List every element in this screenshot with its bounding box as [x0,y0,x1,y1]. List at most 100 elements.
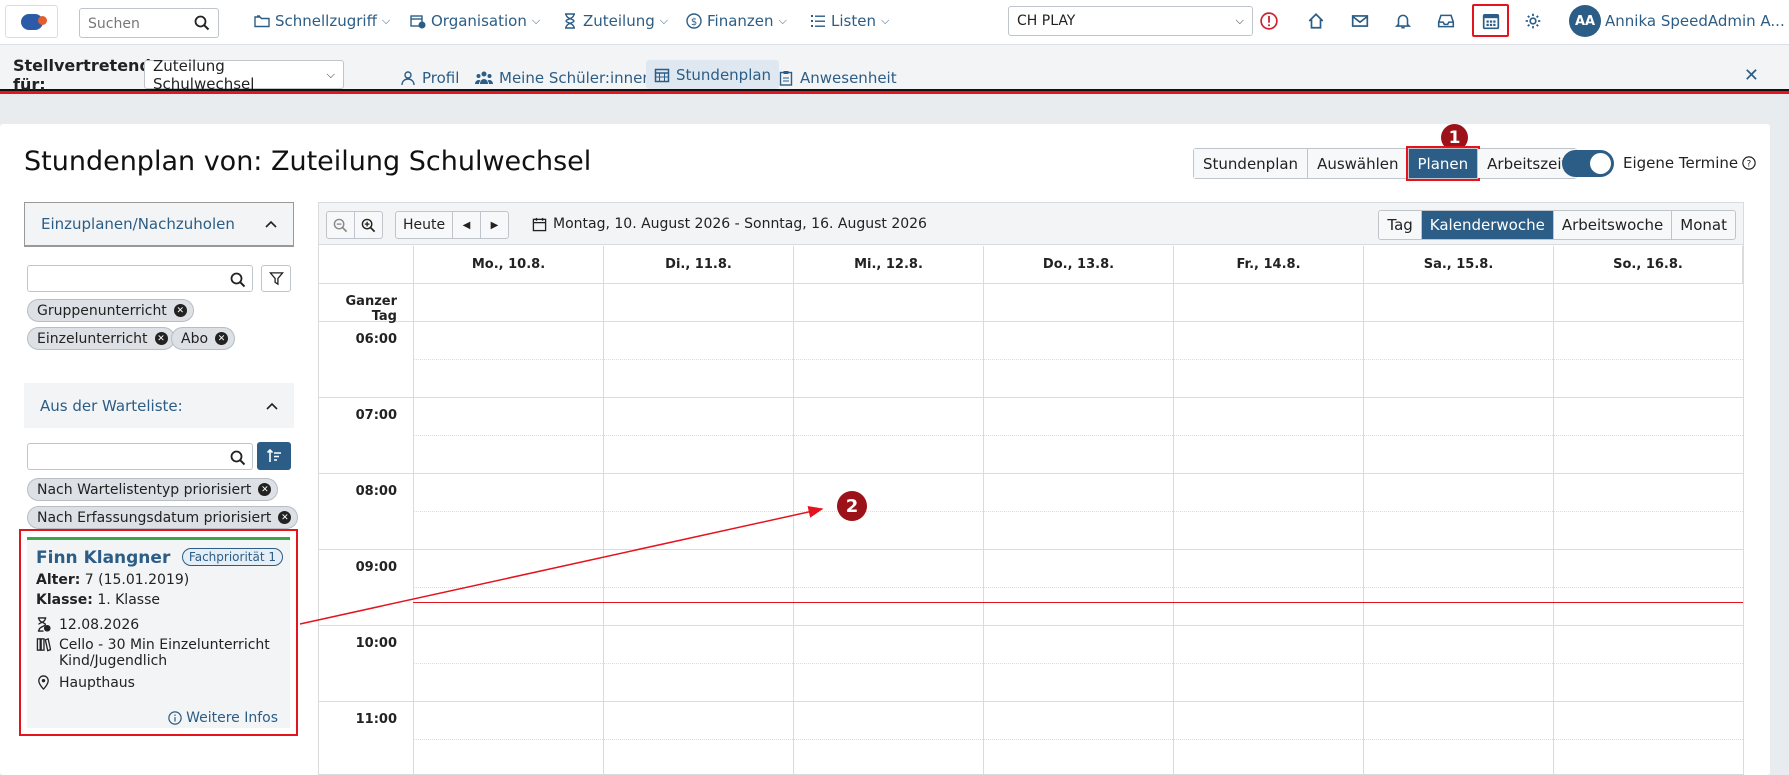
annotation-badge-2: 2 [837,491,867,521]
course-line: Cello - 30 Min Einzelunterricht [59,637,270,653]
panel-title: Einzuplanen/Nachzuholen [41,215,235,233]
filter-search-input[interactable] [27,265,253,292]
waitlist-search-input[interactable] [27,443,253,470]
nav-finanzen[interactable]: $ Finanzen ⌵ [686,12,787,30]
day-header[interactable]: Fr., 14.8. [1173,246,1363,283]
nav-label: Zuteilung [583,12,655,30]
chevron-down-icon: ⌵ [531,14,541,27]
remove-chip-icon[interactable]: ✕ [258,483,272,496]
sort-icon [266,448,282,464]
calendar-icon [1482,12,1500,30]
date-range-text: Montag, 10. August 2026 - Sonntag, 16. A… [553,216,927,232]
zoom-out-button[interactable] [326,211,355,239]
more-info-link[interactable]: Weitere Infos [168,710,278,726]
remove-chip-icon[interactable]: ✕ [154,332,168,345]
chip-label: Abo [181,330,209,347]
location-value: Haupthaus [59,675,135,691]
day-header[interactable]: Sa., 15.8. [1363,246,1553,283]
range-tag-button[interactable]: Tag [1379,211,1422,239]
home-icon[interactable] [1306,11,1326,31]
day-header[interactable]: Mo., 10.8. [413,246,603,283]
list-icon [810,13,826,29]
inbox-icon[interactable] [1436,11,1456,31]
day-header[interactable]: Di., 11.8. [603,246,793,283]
substitute-select[interactable]: Zuteilung Schulwechsel ⌵ [144,57,344,93]
user-name[interactable]: Annika SpeedAdmin A... [1605,12,1785,30]
day-header[interactable]: So., 16.8. [1553,246,1743,283]
grid-line [983,246,984,774]
remove-chip-icon[interactable]: ✕ [278,511,292,524]
gear-icon[interactable] [1523,11,1543,31]
panel-einzuplanen-header[interactable]: Einzuplanen/Nachzuholen [24,202,294,247]
view-auswaehlen-button[interactable]: Auswählen [1308,149,1409,178]
nav-organisation[interactable]: Organisation ⌵ [410,12,540,30]
tab-label: Profil [422,68,460,87]
chevron-down-icon: ⌵ [326,67,335,81]
hourglass-clock-icon [36,617,51,632]
range-monat-button[interactable]: Monat [1672,211,1735,239]
student-age: Alter: 7 (15.01.2019) [36,572,189,588]
mail-icon[interactable] [1350,11,1370,31]
nav-schnellzugriff[interactable]: Schnellzugriff ⌵ [254,12,390,30]
location-select[interactable]: CH PLAY ⌵ [1008,6,1253,36]
range-arbeitswoche-button[interactable]: Arbeitswoche [1553,211,1673,239]
calendar-button[interactable] [1472,4,1509,37]
priority-badge: Fachpriorität 1 [181,548,283,566]
prev-button[interactable]: ◀ [452,211,481,239]
chevron-down-icon: ⌵ [778,14,787,27]
help-icon[interactable]: ? [1742,156,1756,170]
waitlist-student-card[interactable]: Finn Klangner Fachpriorität 1 Alter: 7 (… [19,529,298,736]
grid-line [319,625,1743,626]
remove-chip-icon[interactable]: ✕ [173,304,187,317]
today-button[interactable]: Heute [395,211,453,239]
bell-icon[interactable] [1393,11,1413,31]
next-button[interactable]: ▶ [480,211,509,239]
view-planen-button[interactable]: Planen [1405,146,1480,181]
grid-line [793,246,794,774]
zoom-in-button[interactable] [354,211,383,239]
day-header[interactable]: Do., 13.8. [983,246,1173,283]
global-search[interactable] [79,8,219,38]
nav-listen[interactable]: Listen ⌵ [810,12,889,30]
tab-profil[interactable]: Profil [392,63,467,92]
grid-line [413,739,1743,740]
sort-button[interactable] [257,442,291,470]
view-stundenplan-button[interactable]: Stundenplan [1194,149,1309,178]
grid-line [1363,246,1364,774]
remove-chip-icon[interactable]: ✕ [215,332,229,345]
search-icon[interactable] [194,15,210,31]
location-value: CH PLAY [1017,13,1076,29]
chevron-down-icon: ⌵ [1235,14,1244,27]
grid-line [319,701,1743,702]
day-header[interactable]: Mi., 12.8. [793,246,983,283]
search-icon[interactable] [230,450,246,466]
tab-label: Stundenplan [676,65,772,84]
filter-button[interactable] [261,265,291,292]
tab-label: Anwesenheit [800,68,897,87]
tab-anwesenheit[interactable]: Anwesenheit [770,63,905,92]
search-input[interactable] [88,14,188,34]
top-navigation-bar: Schnellzugriff ⌵ Organisation ⌵ Zuteilun… [0,0,1789,45]
main-content: Stundenplan von: Zuteilung Schulwechsel … [0,124,1770,775]
nav-zuteilung[interactable]: Zuteilung ⌵ [562,12,668,30]
tab-stundenplan[interactable]: Stundenplan [646,60,780,89]
panel-warteliste-header[interactable]: Aus der Warteliste: [24,383,294,428]
search-icon[interactable] [230,272,246,288]
view-switcher: Stundenplan Auswählen Planen Arbeitszeit [1193,146,1578,181]
range-kalenderwoche-button[interactable]: Kalenderwoche [1421,211,1554,239]
app-logo[interactable] [5,5,58,38]
filter-chip: Abo ✕ [171,327,236,350]
chevron-down-icon: ⌵ [880,14,890,27]
tab-meine-schueler[interactable]: Meine Schüler:innen [467,63,660,92]
close-icon[interactable]: ✕ [1744,65,1759,86]
info-alert-icon[interactable] [1259,11,1279,31]
chip-label: Nach Erfassungsdatum priorisiert [37,509,272,526]
age-value: 7 (15.01.2019) [84,572,190,588]
hour-label: 07:00 [355,408,397,423]
filter-chip: Einzelunterricht ✕ [27,327,175,350]
chip-label: Einzelunterricht [37,330,148,347]
own-appointments-toggle[interactable] [1562,150,1614,177]
avatar[interactable]: AA [1569,5,1601,37]
student-class: Klasse: 1. Klasse [36,592,160,608]
student-name[interactable]: Finn Klangner [36,548,170,568]
